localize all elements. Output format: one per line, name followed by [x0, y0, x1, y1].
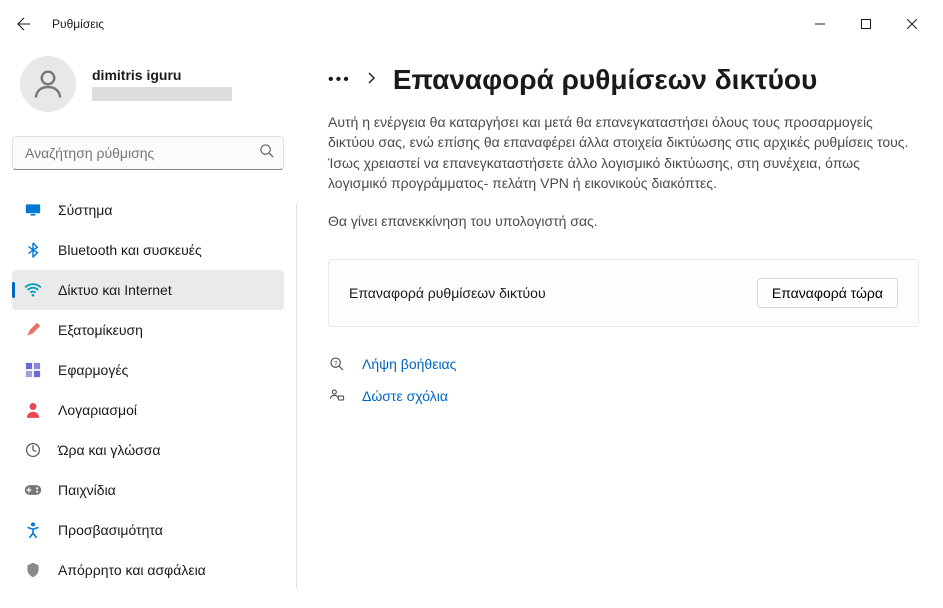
nav-list: Σύστημα Bluetooth και συσκευές Δίκτυο και … [12, 190, 284, 590]
profile-subtext-redacted [92, 87, 232, 101]
sidebar-item-label: Εξατομίκευση [58, 322, 143, 338]
sidebar-item-1[interactable]: Bluetooth και συσκευές [12, 230, 284, 270]
shield-icon [24, 561, 42, 579]
paintbrush-icon [24, 321, 42, 339]
sidebar-item-label: Δίκτυο και Internet [58, 282, 172, 298]
feedback-icon [328, 387, 346, 405]
sidebar-item-label: Λογαριασμοί [58, 402, 137, 418]
reset-card: Επαναφορά ρυθμίσεων δικτύου Επαναφορά τώ… [328, 259, 919, 327]
avatar [20, 56, 76, 112]
sidebar-item-label: Προσβασιμότητα [58, 522, 163, 538]
sidebar-item-2[interactable]: Δίκτυο και Internet [12, 270, 284, 310]
main-content: ••• Επαναφορά ρυθμίσεων δικτύου Αυτή η ε… [296, 48, 943, 608]
close-button[interactable] [889, 8, 935, 40]
sidebar-item-label: Bluetooth και συσκευές [58, 242, 202, 258]
profile-info: dimitris iguru [92, 67, 232, 101]
profile-name: dimitris iguru [92, 67, 232, 83]
close-icon [907, 19, 917, 29]
sidebar-item-label: Εφαρμογές [58, 362, 128, 378]
page-description: Αυτή η ενέργεια θα καταργήσει και μετά θ… [328, 112, 919, 193]
accessibility-icon [24, 521, 42, 539]
titlebar: Ρυθμίσεις [0, 0, 943, 48]
reset-card-label: Επαναφορά ρυθμίσεων δικτύου [349, 285, 546, 301]
maximize-icon [861, 19, 871, 29]
window-controls [797, 8, 935, 40]
sidebar-item-label: Σύστημα [58, 202, 112, 218]
sidebar-item-label: Ώρα και γλώσσα [58, 442, 161, 458]
help-link-row: ? Λήψη βοήθειας [328, 355, 919, 373]
breadcrumb-more-button[interactable]: ••• [328, 71, 351, 89]
minimize-button[interactable] [797, 8, 843, 40]
sidebar-item-6[interactable]: Ώρα και γλώσσα [12, 430, 284, 470]
help-icon: ? [328, 355, 346, 373]
page-note: Θα γίνει επανεκκίνηση του υπολογιστή σας… [328, 211, 919, 231]
svg-text:?: ? [334, 361, 338, 368]
page-title: Επαναφορά ρυθμίσεων δικτύου [393, 64, 817, 96]
sidebar-item-8[interactable]: Προσβασιμότητα [12, 510, 284, 550]
profile-block[interactable]: dimitris iguru [12, 48, 284, 132]
wifi-icon [24, 281, 42, 299]
minimize-icon [815, 19, 825, 29]
gamepad-icon [24, 481, 42, 499]
breadcrumb: ••• Επαναφορά ρυθμίσεων δικτύου [328, 64, 919, 96]
search-icon [259, 143, 274, 163]
get-help-link[interactable]: Λήψη βοήθειας [362, 356, 456, 372]
sidebar: dimitris iguru Σύστημα Bluetooth και συσκ… [0, 48, 296, 608]
search-box [12, 136, 284, 170]
back-button[interactable] [8, 8, 40, 40]
display-icon [24, 201, 42, 219]
feedback-link-row: Δώστε σχόλια [328, 387, 919, 405]
bluetooth-icon [24, 241, 42, 259]
sidebar-item-label: Απόρρητο και ασφάλεια [58, 562, 206, 578]
arrow-left-icon [17, 17, 31, 31]
sidebar-item-4[interactable]: Εφαρμογές [12, 350, 284, 390]
person-icon [24, 401, 42, 419]
chevron-right-icon [367, 71, 377, 89]
reset-now-button[interactable]: Επαναφορά τώρα [757, 278, 898, 308]
sidebar-item-9[interactable]: Απόρρητο και ασφάλεια [12, 550, 284, 590]
window-title: Ρυθμίσεις [52, 17, 104, 31]
person-icon [30, 66, 66, 102]
sidebar-item-5[interactable]: Λογαριασμοί [12, 390, 284, 430]
search-input[interactable] [12, 136, 284, 170]
sidebar-item-0[interactable]: Σύστημα [12, 190, 284, 230]
give-feedback-link[interactable]: Δώστε σχόλια [362, 388, 448, 404]
apps-icon [24, 361, 42, 379]
clock-globe-icon [24, 441, 42, 459]
maximize-button[interactable] [843, 8, 889, 40]
sidebar-item-7[interactable]: Παιχνίδια [12, 470, 284, 510]
sidebar-item-label: Παιχνίδια [58, 482, 116, 498]
sidebar-item-3[interactable]: Εξατομίκευση [12, 310, 284, 350]
